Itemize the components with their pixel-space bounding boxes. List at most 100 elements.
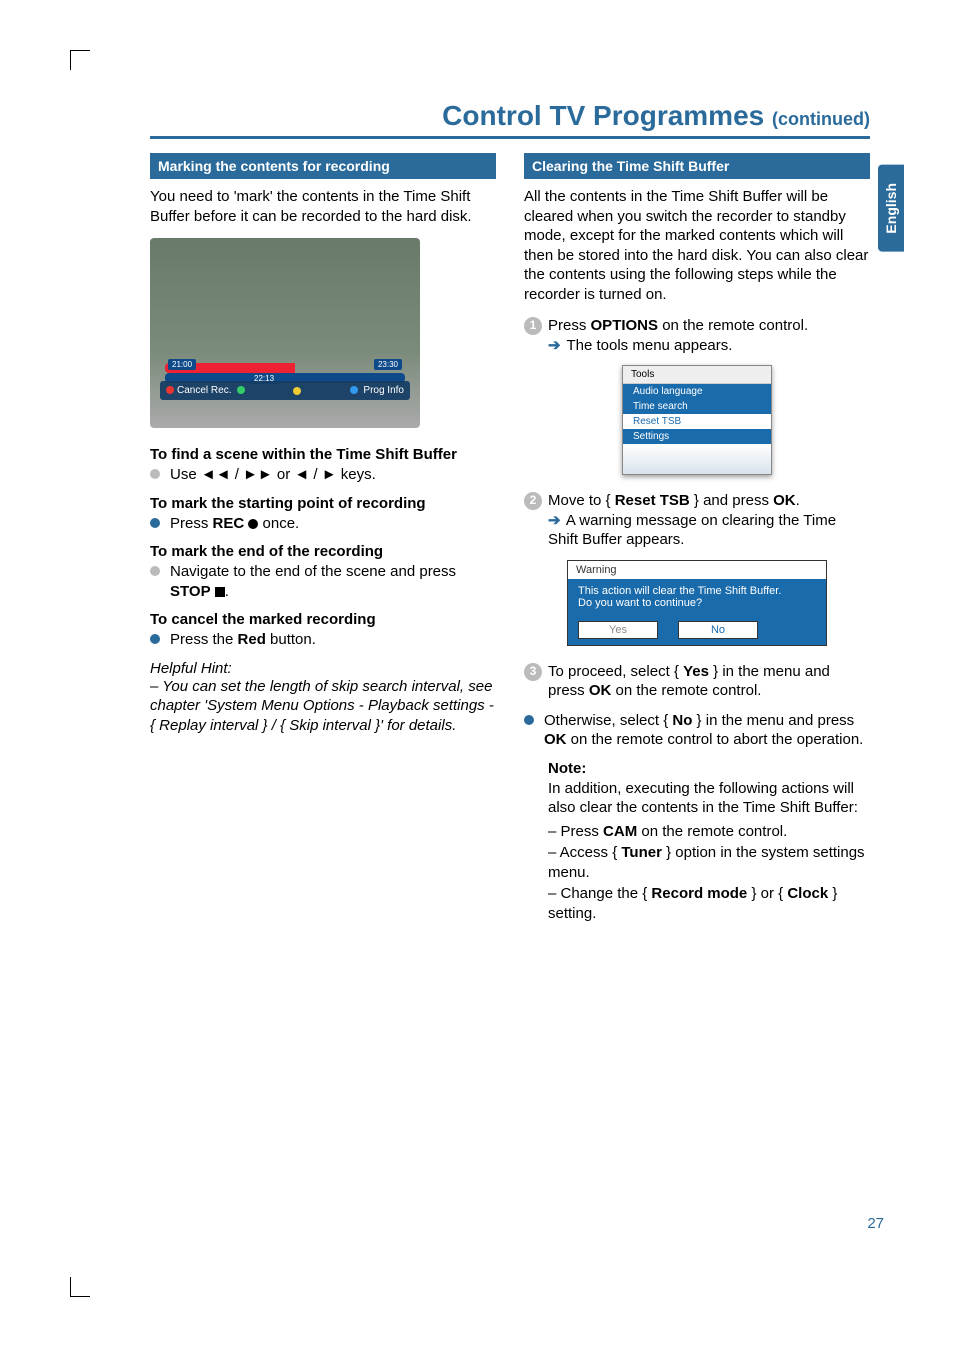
- section-heading-right: Clearing the Time Shift Buffer: [524, 153, 870, 179]
- text-post: on the remote control.: [637, 823, 787, 840]
- text-bold: STOP: [170, 583, 211, 600]
- bullet-text-stop: Navigate to the end of the scene and pre…: [170, 562, 496, 601]
- bar-cancel-rec: Cancel Rec.: [177, 385, 231, 396]
- tools-menu-item: Time search: [623, 399, 771, 414]
- text-pre: Press: [548, 317, 591, 334]
- left-column: Marking the contents for recording You n…: [150, 153, 496, 935]
- text-mid: } and press: [690, 492, 773, 509]
- note-item-2: – Access { Tuner } option in the system …: [548, 843, 870, 882]
- warning-no-button: No: [678, 621, 758, 639]
- tools-menu-item-highlighted: Reset TSB: [623, 414, 771, 429]
- bullet-press-rec: Press REC once.: [150, 514, 496, 534]
- text-mid: } or {: [747, 885, 787, 902]
- two-column-layout: Marking the contents for recording You n…: [150, 153, 870, 935]
- step-2: 2 Move to { Reset TSB } and press OK. ➔ …: [524, 491, 870, 550]
- rec-icon: [248, 519, 258, 529]
- step-2-text: Move to { Reset TSB } and press OK. ➔ A …: [548, 491, 870, 550]
- text-post: button.: [266, 631, 316, 648]
- tools-menu-illustration: Tools Audio language Time search Reset T…: [622, 365, 772, 475]
- text-bold2: Clock: [787, 885, 828, 902]
- time-label-left: 21:00: [168, 359, 196, 370]
- bullet-use-keys: Use ◄◄ / ►► or ◄ / ► keys.: [150, 465, 496, 485]
- step-number-2: 2: [524, 492, 542, 510]
- text-bold: OPTIONS: [591, 317, 659, 334]
- bullet-press-stop: Navigate to the end of the scene and pre…: [150, 562, 496, 601]
- warning-line2: Do you want to continue?: [578, 597, 816, 609]
- text-bold: Record mode: [651, 885, 747, 902]
- text-pre: – Access {: [548, 844, 621, 861]
- note-intro: In addition, executing the following act…: [548, 779, 870, 818]
- text-pre: Navigate to the end of the scene and pre…: [170, 563, 456, 580]
- bullet-icon: [524, 715, 534, 725]
- text-pre: Press the: [170, 631, 238, 648]
- page-title: Control TV Programmes (continued): [150, 100, 870, 139]
- note-item-3: – Change the { Record mode } or { Clock …: [548, 884, 870, 923]
- subhead-find-scene: To find a scene within the Time Shift Bu…: [150, 446, 496, 463]
- step-1-result: The tools menu appears.: [566, 337, 732, 354]
- text-bold: Tuner: [621, 844, 662, 861]
- subhead-cancel: To cancel the marked recording: [150, 611, 496, 628]
- warning-yes-button: Yes: [578, 621, 658, 639]
- left-intro-text: You need to 'mark' the contents in the T…: [150, 187, 496, 226]
- note-label: Note:: [548, 760, 870, 777]
- yellow-dot-icon: [293, 387, 301, 395]
- section-heading-left: Marking the contents for recording: [150, 153, 496, 179]
- right-intro-text: All the contents in the Time Shift Buffe…: [524, 187, 870, 304]
- text-bold: Yes: [683, 663, 709, 680]
- text-bold2: OK: [773, 492, 796, 509]
- bar-prog-info: Prog Info: [363, 385, 404, 396]
- bullet-icon: [150, 518, 160, 528]
- bullet-icon: [150, 634, 160, 644]
- hint-body: – You can set the length of skip search …: [150, 677, 496, 736]
- tools-menu-header: Tools: [623, 366, 771, 384]
- text-bold2: OK: [589, 682, 612, 699]
- tools-menu-item: Settings: [623, 429, 771, 444]
- text-pre: Move to {: [548, 492, 615, 509]
- stop-icon: [215, 587, 225, 597]
- green-dot-icon: [237, 386, 245, 394]
- step-1: 1 Press OPTIONS on the remote control. ➔…: [524, 316, 870, 355]
- otherwise-text: Otherwise, select { No } in the menu and…: [544, 711, 870, 750]
- warning-line1: This action will clear the Time Shift Bu…: [578, 585, 816, 597]
- screenshot-info-bar: Cancel Rec. Prog Info: [160, 381, 410, 400]
- text-pre: – Press: [548, 823, 603, 840]
- red-dot-icon: [166, 386, 174, 394]
- text-post: on the remote control.: [611, 682, 761, 699]
- bullet-press-red: Press the Red button.: [150, 630, 496, 650]
- text-mid: } in the menu and press: [692, 712, 854, 729]
- page-content: Control TV Programmes (continued) Markin…: [150, 100, 870, 935]
- blue-dot-icon: [350, 386, 358, 394]
- otherwise-bullet: Otherwise, select { No } in the menu and…: [524, 711, 870, 750]
- right-column: Clearing the Time Shift Buffer All the c…: [524, 153, 870, 935]
- text-post: .: [796, 492, 800, 509]
- page-number: 27: [867, 1215, 884, 1232]
- text-pre: Otherwise, select {: [544, 712, 672, 729]
- text-bold: Reset TSB: [615, 492, 690, 509]
- tools-menu-empty: [623, 444, 771, 474]
- warning-dialog-illustration: Warning This action will clear the Time …: [567, 560, 827, 646]
- arrow-icon: ➔: [548, 337, 561, 354]
- warning-buttons: Yes No: [568, 615, 826, 645]
- text-post: .: [225, 583, 229, 600]
- language-tab: English: [878, 165, 904, 252]
- tools-menu-item: Audio language: [623, 384, 771, 399]
- step-number-1: 1: [524, 317, 542, 335]
- note-item-1: – Press CAM on the remote control.: [548, 822, 870, 842]
- text-post: once.: [258, 515, 299, 532]
- time-label-right: 23:30: [374, 359, 402, 370]
- hint-label: Helpful Hint:: [150, 660, 496, 677]
- step-3-text: To proceed, select { Yes } in the menu a…: [548, 662, 870, 701]
- bar-right-group: Prog Info: [350, 385, 404, 396]
- text-bold: REC: [213, 515, 245, 532]
- bullet-icon: [150, 566, 160, 576]
- step-2-result: A warning message on clearing the Time S…: [548, 512, 836, 549]
- title-continued: (continued): [772, 109, 870, 129]
- crop-mark-bl: [70, 1277, 90, 1297]
- tv-screenshot: 21:00 22:13 23:30 Cancel Rec. Prog Info: [150, 238, 420, 428]
- bullet-text-red: Press the Red button.: [170, 630, 316, 650]
- note-block: Note: In addition, executing the followi…: [548, 760, 870, 924]
- bullet-text-keys: Use ◄◄ / ►► or ◄ / ► keys.: [170, 465, 376, 485]
- subhead-mark-end: To mark the end of the recording: [150, 543, 496, 560]
- arrow-icon: ➔: [548, 512, 561, 529]
- bullet-icon: [150, 469, 160, 479]
